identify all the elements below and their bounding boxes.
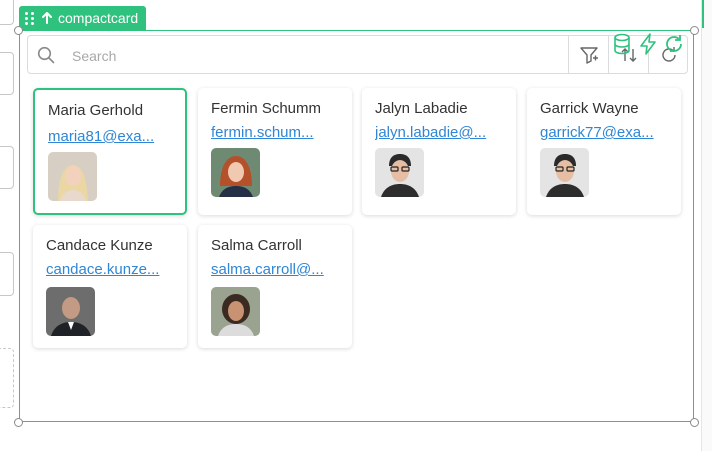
drag-handle-icon[interactable] xyxy=(25,11,35,25)
resize-handle-top-right[interactable] xyxy=(690,26,699,35)
search-icon xyxy=(37,46,55,64)
card-email-link[interactable]: maria81@exa... xyxy=(48,128,172,145)
resize-handle-bottom-left[interactable] xyxy=(14,418,23,427)
canvas-element-stub[interactable] xyxy=(0,252,14,296)
avatar xyxy=(211,287,260,336)
card-email-link[interactable]: fermin.schum... xyxy=(211,124,335,141)
database-icon[interactable] xyxy=(612,33,632,55)
component-tag-label: compactcard xyxy=(58,10,139,26)
card-email-link[interactable]: garrick77@exa... xyxy=(540,124,664,141)
refresh-icon[interactable] xyxy=(664,33,684,55)
canvas-drop-zone[interactable] xyxy=(0,348,14,408)
right-panel-accent xyxy=(702,0,704,28)
avatar xyxy=(48,152,97,201)
contact-card[interactable]: Garrick Wayne garrick77@exa... xyxy=(527,88,681,215)
avatar xyxy=(540,148,589,197)
right-panel-edge xyxy=(701,0,712,451)
contact-card[interactable]: Candace Kunze candace.kunze... xyxy=(33,225,187,348)
avatar xyxy=(375,148,424,197)
component-tag[interactable]: compactcard xyxy=(19,6,147,30)
arrow-up-icon[interactable] xyxy=(40,11,54,25)
card-name: Salma Carroll xyxy=(211,237,302,254)
card-name: Maria Gerhold xyxy=(48,102,144,119)
resize-handle-bottom-right[interactable] xyxy=(690,418,699,427)
canvas-element-stub[interactable] xyxy=(0,146,14,189)
filter-icon xyxy=(580,47,598,64)
canvas-element-stub[interactable] xyxy=(0,0,14,25)
contact-card[interactable]: Maria Gerhold maria81@exa... xyxy=(33,88,187,215)
canvas-element-stub[interactable] xyxy=(0,52,14,95)
contact-card[interactable]: Jalyn Labadie jalyn.labadie@... xyxy=(362,88,516,215)
card-email-link[interactable]: candace.kunze... xyxy=(46,261,170,278)
card-name: Fermin Schumm xyxy=(211,100,322,117)
search-input[interactable] xyxy=(70,44,574,68)
lightning-icon[interactable] xyxy=(638,33,658,55)
resize-handle-top-left[interactable] xyxy=(14,26,23,35)
avatar xyxy=(211,148,260,197)
card-name: Garrick Wayne xyxy=(540,100,639,117)
contact-card[interactable]: Salma Carroll salma.carroll@... xyxy=(198,225,352,348)
avatar xyxy=(46,287,95,336)
contact-card[interactable]: Fermin Schumm fermin.schum... xyxy=(198,88,352,215)
card-name: Candace Kunze xyxy=(46,237,153,254)
component-actions xyxy=(612,33,684,55)
filter-button[interactable] xyxy=(568,36,608,73)
card-email-link[interactable]: jalyn.labadie@... xyxy=(375,124,499,141)
card-email-link[interactable]: salma.carroll@... xyxy=(211,261,335,278)
card-name: Jalyn Labadie xyxy=(375,100,468,117)
search-bar xyxy=(27,35,688,74)
